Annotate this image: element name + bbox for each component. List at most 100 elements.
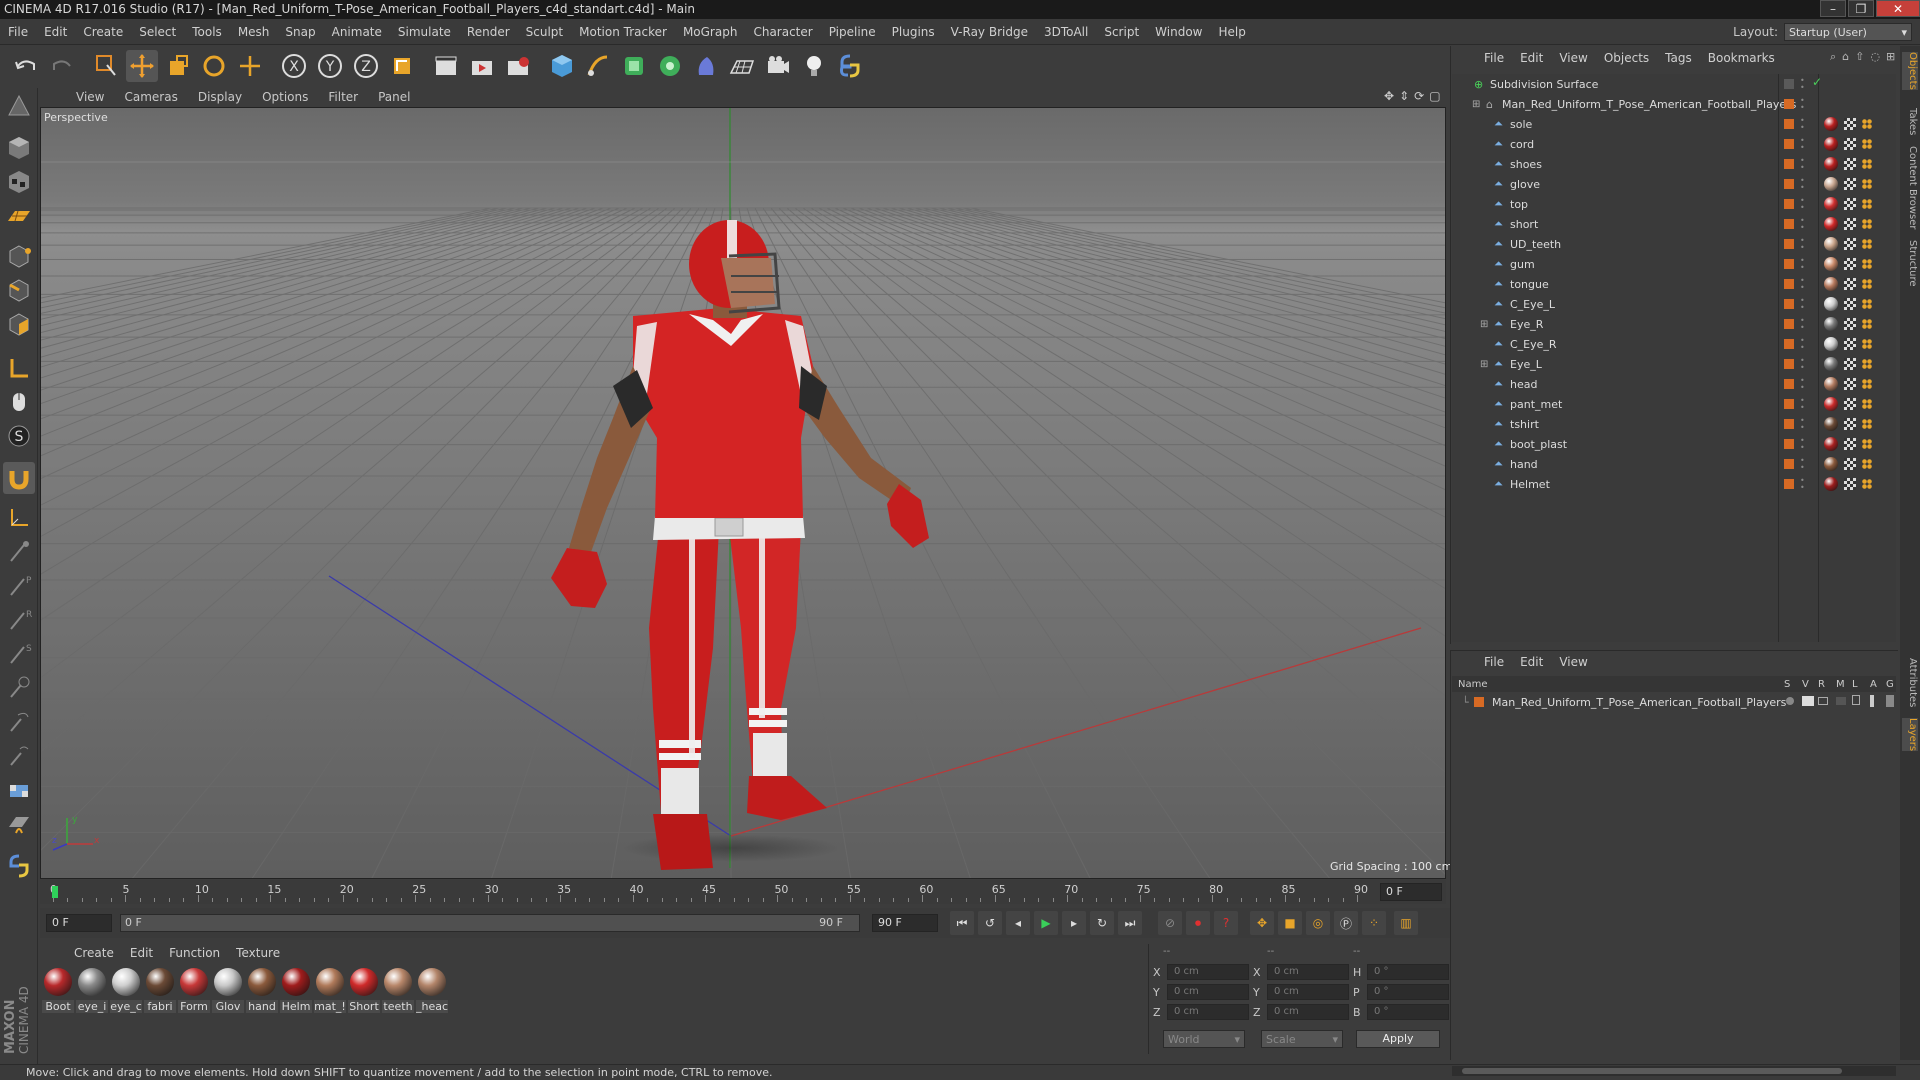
object-row[interactable]: ⏶ Helmet • • (1452, 474, 1896, 494)
material-preview-ball[interactable] (180, 968, 208, 996)
magnet-button[interactable] (3, 462, 35, 494)
coord-value-field[interactable]: 0 cm (1267, 984, 1349, 1000)
object-name[interactable]: Eye_L (1510, 358, 1542, 371)
expand-icon[interactable]: ⊞ (1480, 359, 1488, 370)
material-tag-icon[interactable] (1824, 377, 1838, 391)
manager-icon[interactable] (1836, 697, 1846, 705)
material-item[interactable]: fabri (144, 966, 176, 1026)
texture-mode-button[interactable] (3, 166, 35, 198)
visibility-dots-icon[interactable]: • • (1800, 377, 1805, 392)
object-name[interactable]: top (1510, 198, 1528, 211)
object-row[interactable]: ⏶ short • • (1452, 214, 1896, 234)
timeline-playhead[interactable] (52, 886, 58, 898)
brush-tool-5[interactable] (3, 672, 35, 704)
coord-mode-dropdown[interactable]: World ▾ (1163, 1030, 1245, 1048)
object-name[interactable]: sole (1510, 118, 1532, 131)
x-axis-button[interactable]: X (278, 50, 310, 82)
phong-tag-icon[interactable] (1862, 319, 1872, 329)
material-label[interactable]: Helm (280, 1000, 312, 1013)
material-menu-texture[interactable]: Texture (228, 946, 288, 960)
visibility-dots-icon[interactable]: • • (1800, 117, 1805, 132)
brush-tool-6[interactable] (3, 706, 35, 738)
expand-icon[interactable]: ⊞ (1480, 319, 1488, 330)
play-button[interactable]: ▶ (1034, 911, 1058, 935)
visibility-dots-icon[interactable]: • • (1800, 397, 1805, 412)
material-item[interactable]: teeth (382, 966, 414, 1026)
material-item[interactable]: Short (348, 966, 380, 1026)
phong-tag-icon[interactable] (1862, 459, 1872, 469)
object-row[interactable]: ⏶ hand • • (1452, 454, 1896, 474)
material-tag-icon[interactable] (1824, 277, 1838, 291)
layer-manager-menu-edit[interactable]: Edit (1512, 655, 1551, 669)
object-manager-menu-bookmarks[interactable]: Bookmarks (1700, 51, 1783, 65)
visibility-dots-icon[interactable]: • • (1800, 417, 1805, 432)
visibility-dots-icon[interactable]: • • (1800, 297, 1805, 312)
brush-tool-4[interactable]: S (3, 638, 35, 670)
generator-icon[interactable] (1886, 695, 1894, 707)
layer-name[interactable]: Man_Red_Uniform_T_Pose_American_Football… (1492, 696, 1786, 709)
viewport-menu-panel[interactable]: Panel (368, 90, 420, 104)
material-tag-icon[interactable] (1824, 137, 1838, 151)
z-axis-button[interactable]: Z (350, 50, 382, 82)
layer-color-swatch[interactable] (1784, 419, 1794, 429)
coord-value-field[interactable]: 0 ° (1367, 1004, 1449, 1020)
timeline-window-button[interactable]: ▥ (1394, 911, 1418, 935)
move-tool-button[interactable] (126, 50, 158, 82)
layer-color-swatch[interactable] (1784, 339, 1794, 349)
brush-tool-7[interactable] (3, 740, 35, 772)
start-frame-field[interactable]: 0 F (46, 914, 112, 932)
layer-color-swatch[interactable] (1784, 99, 1794, 109)
coord-value-field[interactable]: 0 cm (1167, 1004, 1249, 1020)
visibility-dots-icon[interactable]: • • (1800, 357, 1805, 372)
object-name[interactable]: head (1510, 378, 1537, 391)
phong-tag-icon[interactable] (1862, 439, 1872, 449)
texture-tag-icon[interactable] (1844, 198, 1856, 210)
layer-color-swatch[interactable] (1784, 279, 1794, 289)
scrollbar-thumb[interactable] (1462, 1068, 1842, 1074)
object-row[interactable]: ⏶ head • • (1452, 374, 1896, 394)
texture-tag-icon[interactable] (1844, 378, 1856, 390)
material-tag-icon[interactable] (1824, 417, 1838, 431)
previous-frame-button[interactable]: ◂ (1006, 911, 1030, 935)
material-tag-icon[interactable] (1824, 477, 1838, 491)
snap-button[interactable]: S (3, 420, 35, 452)
search-icon[interactable]: ⌕ (1830, 50, 1836, 64)
object-name[interactable]: short (1510, 218, 1538, 231)
phong-tag-icon[interactable] (1862, 119, 1872, 129)
solo-dot-icon[interactable] (1786, 697, 1794, 705)
menu-pipeline[interactable]: Pipeline (821, 25, 884, 39)
texture-tag-icon[interactable] (1844, 278, 1856, 290)
material-label[interactable]: _heac (416, 1000, 448, 1013)
material-tag-icon[interactable] (1824, 397, 1838, 411)
floor-button[interactable] (726, 50, 758, 82)
up-icon[interactable]: ⇧ (1855, 50, 1864, 64)
material-label[interactable]: mat_! (314, 1000, 346, 1013)
model-mode-button[interactable] (3, 132, 35, 164)
coord-value-field[interactable]: 0 cm (1167, 984, 1249, 1000)
material-tag-icon[interactable] (1824, 457, 1838, 471)
menu-mograph[interactable]: MoGraph (675, 25, 746, 39)
om-horizontal-scrollbar[interactable] (1452, 1066, 1896, 1076)
edges-mode-button[interactable] (3, 274, 35, 306)
phong-tag-icon[interactable] (1862, 219, 1872, 229)
coord-value-field[interactable]: 0 cm (1267, 964, 1349, 980)
layer-column-v[interactable]: V (1802, 679, 1809, 690)
menu-script[interactable]: Script (1096, 25, 1147, 39)
material-label[interactable]: teeth (382, 1000, 414, 1013)
maximize-view-icon[interactable]: ▢ (1429, 89, 1440, 103)
material-preview-ball[interactable] (44, 968, 72, 996)
new-window-icon[interactable]: ⊞ (1886, 50, 1895, 64)
object-name[interactable]: hand (1510, 458, 1538, 471)
material-item[interactable]: Boot (42, 966, 74, 1026)
phong-tag-icon[interactable] (1862, 279, 1872, 289)
object-name[interactable]: cord (1510, 138, 1534, 151)
material-label[interactable]: eye_i (76, 1000, 108, 1013)
key-position-button[interactable]: ✥ (1250, 911, 1274, 935)
brush-tool-3[interactable]: R (3, 604, 35, 636)
visibility-dots-icon[interactable]: • • (1800, 177, 1805, 192)
material-tag-icon[interactable] (1824, 437, 1838, 451)
render-picture-viewer-button[interactable] (466, 50, 498, 82)
menu-plugins[interactable]: Plugins (884, 25, 943, 39)
texture-tag-icon[interactable] (1844, 298, 1856, 310)
autokey-button[interactable]: ⏺ (1186, 911, 1210, 935)
